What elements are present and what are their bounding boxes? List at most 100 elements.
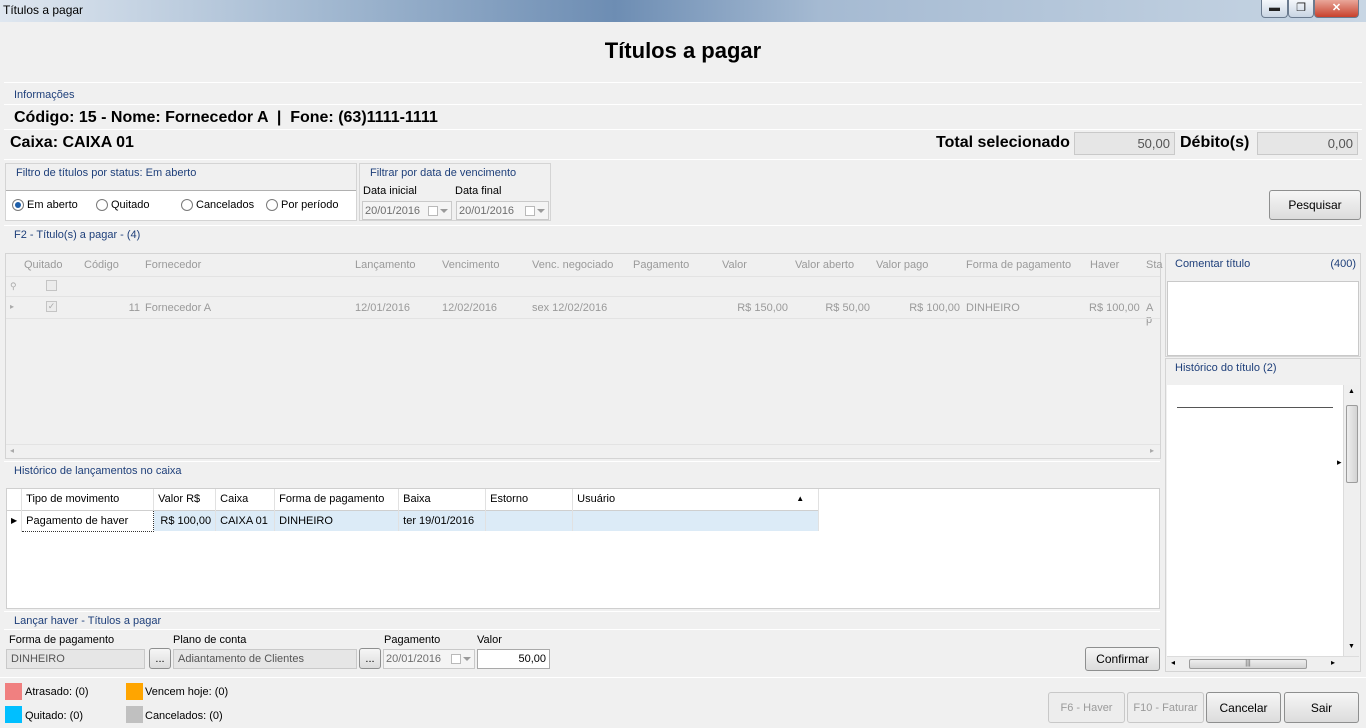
end-date-value: 20/01/2016	[459, 204, 515, 217]
scroll-right-icon[interactable]: ▸	[1150, 446, 1154, 455]
haver-group-label: Lançar haver - Títulos a pagar	[14, 615, 162, 627]
legend-quitado: Quitado: (0)	[25, 710, 84, 722]
cell-valor-aberto: R$ 50,00	[825, 302, 870, 314]
radio-cancelados[interactable]: Cancelados	[181, 199, 254, 211]
confirm-button[interactable]: Confirmar	[1085, 647, 1160, 671]
cell-forma: DINHEIRO	[966, 302, 1020, 314]
col-usuario[interactable]: Usuário ▲	[572, 489, 820, 510]
maximize-button[interactable]: ❐	[1288, 0, 1314, 18]
pagamento-label: Pagamento	[384, 634, 441, 646]
haver-button[interactable]: F6 - Haver	[1048, 692, 1125, 723]
col-usuario-label: Usuário	[577, 493, 616, 506]
legend-vencem-hoje: Vencem hoje: (0)	[145, 686, 229, 698]
scroll-left-icon[interactable]: ◂	[10, 446, 14, 455]
filter-checkbox[interactable]	[46, 280, 57, 291]
col-haver[interactable]: Haver	[1090, 259, 1119, 271]
col-status[interactable]: Sta	[1146, 259, 1163, 271]
confirm-button-label: Confirmar	[1096, 652, 1149, 666]
cash-history-grid[interactable]: Tipo de movimento Valor R$ Caixa Forma d…	[6, 488, 1160, 609]
col-lancamento[interactable]: Lançamento	[355, 259, 416, 271]
history-expand-icon[interactable]: ▸	[1337, 457, 1342, 468]
forma-pagamento-field[interactable]: DINHEIRO	[6, 649, 145, 669]
col-valor[interactable]: Valor	[722, 259, 747, 271]
col-fornecedor[interactable]: Fornecedor	[145, 259, 201, 271]
cell-lancamento: 12/01/2016	[355, 302, 411, 314]
col-venc-negociado[interactable]: Venc. negociado	[532, 259, 613, 271]
scroll-left-icon[interactable]: ◂	[1171, 658, 1175, 667]
plano-browse-button[interactable]: ...	[359, 648, 381, 669]
col-valor-aberto[interactable]: Valor aberto	[795, 259, 854, 271]
scroll-down-icon[interactable]: ▼	[1348, 643, 1355, 650]
history-separator	[1177, 407, 1333, 408]
forma-browse-button[interactable]: ...	[149, 648, 171, 669]
col-quitado[interactable]: Quitado	[24, 259, 63, 271]
col-vencimento[interactable]: Vencimento	[442, 259, 499, 271]
titles-grid[interactable]: Quitado Código Fornecedor Lançamento Ven…	[5, 253, 1163, 459]
start-date-picker[interactable]: 20/01/2016	[362, 201, 452, 220]
caixa-label: Caixa: CAIXA 01	[10, 134, 134, 151]
cell-usuario[interactable]	[572, 510, 820, 531]
radio-label: Por período	[281, 199, 339, 211]
minimize-button[interactable]: ▬	[1261, 0, 1288, 18]
window-title: Títulos a pagar	[3, 3, 84, 17]
scroll-up-icon[interactable]: ▲	[1348, 388, 1355, 395]
scroll-thumb[interactable]	[1346, 405, 1358, 483]
legend-atrasado: Atrasado: (0)	[25, 686, 89, 698]
radio-em-aberto[interactable]: Em aberto	[12, 199, 78, 211]
col-baixa[interactable]: Baixa	[398, 489, 487, 510]
radio-indicator	[181, 199, 193, 211]
legend-cancelados: Cancelados: (0)	[145, 710, 223, 722]
history-vscrollbar[interactable]: ▲ ▼	[1343, 385, 1359, 656]
cancel-button-label: Cancelar	[1219, 700, 1268, 715]
start-date-label: Data inicial	[363, 185, 417, 197]
col-caixa[interactable]: Caixa	[215, 489, 276, 510]
quitado-checkbox[interactable]: ✓	[46, 301, 57, 312]
table-row[interactable]: ▶ Pagamento de haver R$ 100,00 CAIXA 01 …	[7, 509, 820, 532]
col-forma-pagamento[interactable]: Forma de pagamento	[274, 489, 400, 510]
cell-baixa[interactable]: ter 19/01/2016	[398, 510, 487, 531]
close-button[interactable]: ✕	[1314, 0, 1359, 18]
col-tipo-movimento[interactable]: Tipo de movimento	[21, 489, 155, 510]
col-estorno[interactable]: Estorno	[485, 489, 574, 510]
col-codigo[interactable]: Código	[84, 259, 119, 271]
radio-label: Em aberto	[27, 199, 78, 211]
end-date-picker[interactable]: 20/01/2016	[456, 201, 549, 220]
cell-estorno[interactable]	[485, 510, 574, 531]
scroll-right-icon[interactable]: ▸	[1331, 658, 1335, 667]
col-forma-pagamento[interactable]: Forma de pagamento	[966, 259, 1071, 271]
col-pagamento[interactable]: Pagamento	[633, 259, 689, 271]
legend-quitado-swatch	[5, 706, 22, 723]
comment-textarea[interactable]	[1167, 281, 1359, 356]
radio-indicator	[266, 199, 278, 211]
cell-valor[interactable]: R$ 100,00	[153, 510, 217, 531]
col-valor-pago[interactable]: Valor pago	[876, 259, 928, 271]
valor-input[interactable]: 50,00	[477, 649, 550, 669]
plano-conta-field[interactable]: Adiantamento de Clientes	[173, 649, 357, 669]
cell-tipo[interactable]: Pagamento de haver	[21, 509, 155, 532]
scroll-thumb[interactable]: |||	[1189, 659, 1307, 669]
divider	[4, 104, 1362, 105]
history-content: ▸ ▲ ▼	[1167, 385, 1359, 656]
supplier-info: Código: 15 - Nome: Fornecedor A | Fone: …	[14, 109, 438, 126]
search-button-label: Pesquisar	[1288, 198, 1342, 212]
col-valor[interactable]: Valor R$	[153, 489, 217, 510]
cell-forma[interactable]: DINHEIRO	[274, 510, 400, 531]
cancel-button[interactable]: Cancelar	[1206, 692, 1281, 723]
radio-por-periodo[interactable]: Por período	[266, 199, 338, 211]
divider	[4, 82, 1362, 83]
faturar-button[interactable]: F10 - Faturar	[1127, 692, 1204, 723]
search-button[interactable]: Pesquisar	[1269, 190, 1361, 220]
page-title: Títulos a pagar	[604, 38, 762, 63]
exit-button[interactable]: Sair	[1284, 692, 1359, 723]
filter-row[interactable]	[6, 276, 1160, 297]
radio-quitado[interactable]: Quitado	[96, 199, 150, 211]
calendar-icon	[451, 654, 461, 664]
dropdown-arrow-icon	[440, 208, 448, 213]
cell-fornecedor: Fornecedor A	[145, 302, 212, 314]
history-hscrollbar[interactable]: ◂ ||| ▸	[1167, 656, 1359, 671]
row-header	[7, 489, 23, 510]
pagamento-date-picker[interactable]: 20/01/2016	[383, 649, 475, 669]
sort-asc-icon[interactable]: ▲	[796, 494, 804, 503]
cell-caixa[interactable]: CAIXA 01	[215, 510, 276, 531]
titles-grid-scrollbar[interactable]: ◂ ▸	[6, 444, 1160, 458]
